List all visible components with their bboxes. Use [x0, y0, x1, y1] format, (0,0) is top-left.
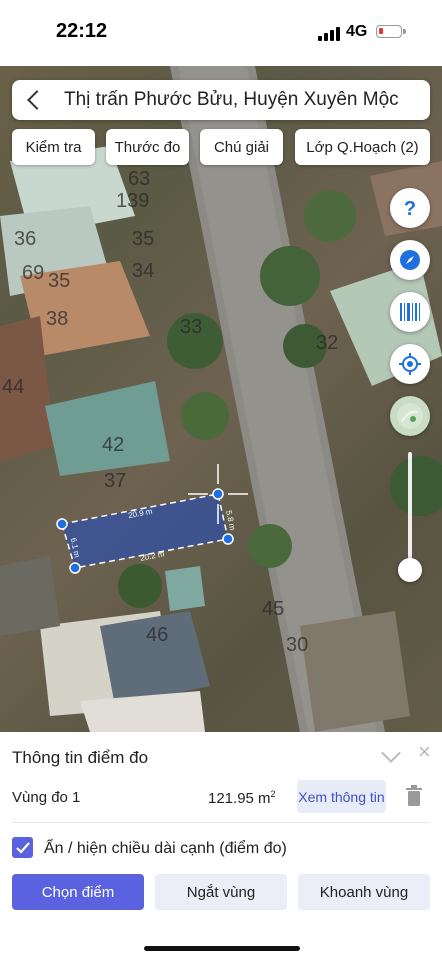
enclose-region-button[interactable]: Khoanh vùng: [298, 874, 430, 910]
chevron-down-icon[interactable]: [381, 743, 401, 763]
compass-button[interactable]: [390, 240, 430, 280]
compass-icon: [400, 250, 420, 270]
locate-icon: [399, 353, 421, 375]
vertex-point: [212, 488, 224, 500]
chip-thuoc-do[interactable]: Thước đo: [106, 129, 189, 165]
home-indicator: [144, 946, 300, 951]
divider: [12, 822, 430, 823]
map-thumbnail-icon: [397, 403, 423, 429]
checkbox-label: Ẩn / hiện chiều dài cạnh (điểm đo): [44, 840, 287, 857]
trash-icon[interactable]: [405, 785, 423, 807]
chip-kiem-tra[interactable]: Kiểm tra: [12, 129, 95, 165]
back-icon[interactable]: [27, 90, 47, 110]
location-bar[interactable]: Thị trấn Phước Bửu, Huyện Xuyên Mộc: [12, 80, 430, 120]
measure-info-panel: Thông tin điểm đo × Vùng đo 1 121.95 m2 …: [0, 732, 442, 960]
locate-button[interactable]: [390, 344, 430, 384]
vertex-point: [222, 533, 234, 545]
map-layer-button[interactable]: [390, 396, 430, 436]
signal-icon: [318, 27, 342, 41]
satellite-map[interactable]: 63 139 36 35 69 35 34 38 33 32 44 42 37 …: [0, 66, 442, 732]
zoom-slider-knob[interactable]: [398, 558, 422, 582]
split-region-button[interactable]: Ngắt vùng: [155, 874, 287, 910]
area-value: 121.95 m2: [208, 789, 276, 807]
vertex-point: [56, 518, 68, 530]
chip-chu-giai[interactable]: Chú giải: [200, 129, 283, 165]
tool-chips: Kiểm tra Thước đo Chú giải Lớp Q.Hoạch (…: [0, 129, 442, 165]
panel-title: Thông tin điểm đo: [12, 748, 149, 767]
status-bar: 22:12 4G: [0, 0, 442, 66]
zoom-slider-track[interactable]: [408, 452, 412, 570]
barcode-icon: [400, 303, 420, 321]
help-icon: ?: [404, 198, 416, 219]
check-icon: [15, 841, 30, 854]
status-time: 22:12: [56, 20, 108, 42]
help-button[interactable]: ?: [390, 188, 430, 228]
view-info-button[interactable]: Xem thông tin: [297, 780, 386, 813]
svg-text:?: ?: [404, 198, 416, 219]
measure-overlay[interactable]: 20.9 m 20.2 m 5.8 m 6.1 m: [0, 66, 442, 732]
show-edge-length-checkbox[interactable]: [12, 837, 33, 858]
choose-point-button[interactable]: Chọn điểm: [12, 874, 144, 910]
battery-icon: [376, 25, 406, 38]
network-type: 4G: [346, 23, 368, 40]
barcode-button[interactable]: [390, 292, 430, 332]
region-label: Vùng đo 1: [12, 789, 81, 806]
close-icon[interactable]: ×: [418, 741, 431, 763]
location-title: Thị trấn Phước Bửu, Huyện Xuyên Mộc: [64, 89, 399, 110]
vertex-point: [69, 562, 81, 574]
chip-lop-quy-hoach[interactable]: Lớp Q.Hoạch (2): [295, 129, 430, 165]
